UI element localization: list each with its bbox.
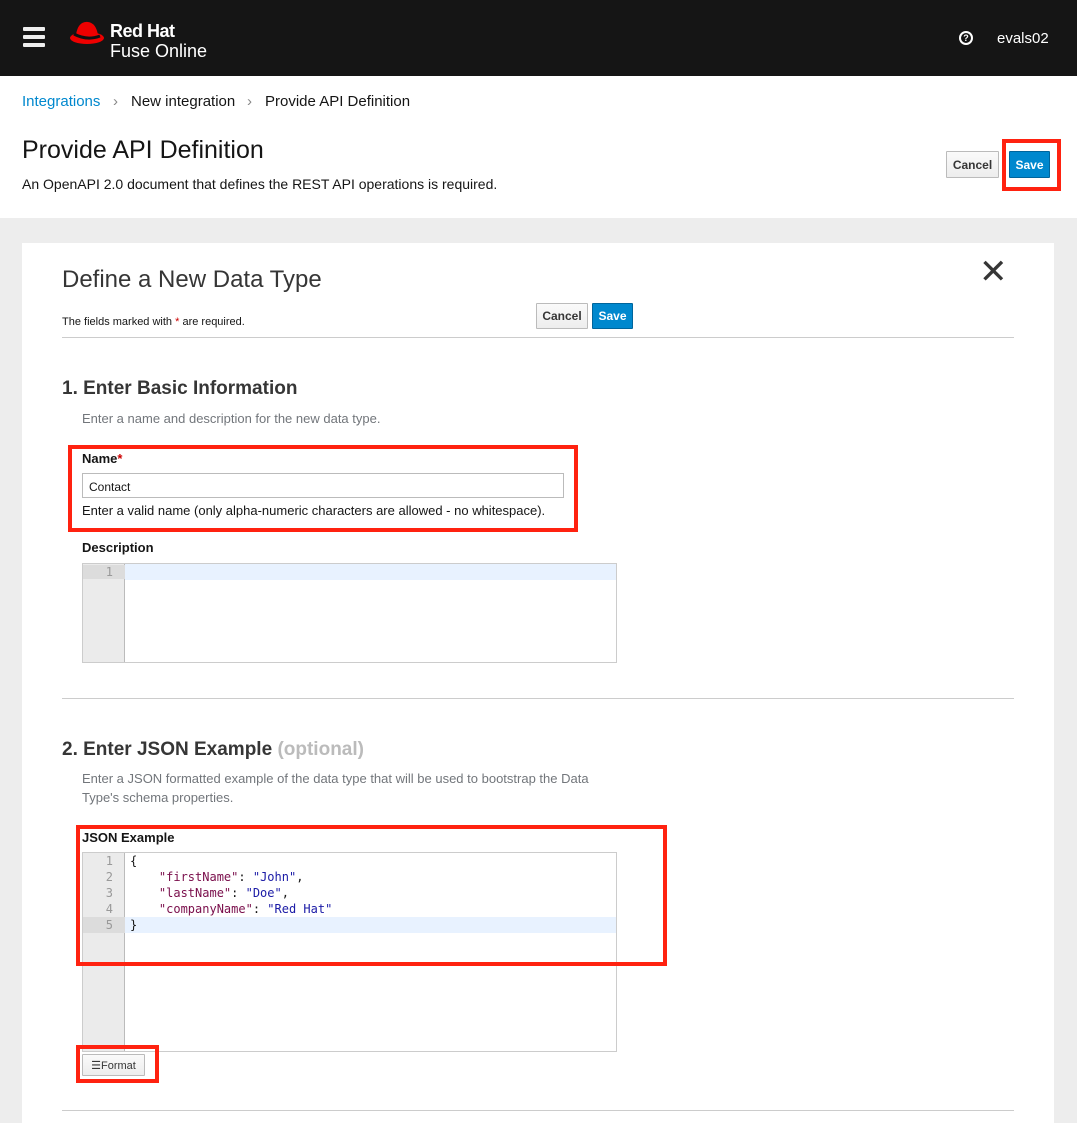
highlight-box — [76, 825, 667, 966]
required-note: The fields marked with * are required. — [62, 316, 245, 328]
highlight-box — [1002, 139, 1061, 191]
brand-name: Red Hat — [110, 21, 175, 41]
top-navbar: Red Hat Fuse Online ? evals02 — [0, 0, 1077, 76]
user-menu[interactable]: evals02 — [997, 30, 1049, 47]
section2-title: 2. Enter JSON Example (optional) — [62, 739, 364, 760]
description-editor[interactable]: 1 — [82, 563, 617, 663]
divider — [62, 698, 1014, 699]
line-number: 1 — [83, 565, 125, 579]
close-icon[interactable]: ✕ — [979, 252, 1008, 292]
breadcrumb-integrations[interactable]: Integrations — [22, 93, 100, 110]
help-icon[interactable]: ? — [959, 31, 973, 45]
dialog-title: Define a New Data Type — [62, 266, 322, 293]
description-label: Description — [82, 540, 154, 555]
highlight-box — [76, 1045, 159, 1083]
redhat-logo-icon — [70, 21, 104, 44]
section2-help: Enter a JSON formatted example of the da… — [82, 771, 589, 786]
dialog-cancel-button[interactable]: Cancel — [536, 303, 588, 329]
dialog-save-button[interactable]: Save — [592, 303, 633, 329]
breadcrumb-separator-icon: › — [113, 93, 118, 110]
page-cancel-button[interactable]: Cancel — [946, 151, 999, 178]
page-title: Provide API Definition — [22, 136, 264, 164]
breadcrumb-current: Provide API Definition — [265, 93, 411, 110]
hamburger-menu-icon[interactable] — [23, 27, 45, 47]
page-subtitle: An OpenAPI 2.0 document that defines the… — [22, 176, 498, 192]
breadcrumb-new-integration[interactable]: New integration — [131, 93, 235, 110]
section1-help: Enter a name and description for the new… — [82, 411, 381, 426]
divider — [62, 337, 1014, 338]
divider — [62, 1110, 1014, 1111]
breadcrumb-separator-icon: › — [247, 93, 252, 110]
section1-title: 1. Enter Basic Information — [62, 378, 298, 399]
highlight-box — [68, 445, 578, 532]
product-name: Fuse Online — [110, 41, 208, 61]
section2-help-cont: Type's schema properties. — [82, 790, 234, 805]
